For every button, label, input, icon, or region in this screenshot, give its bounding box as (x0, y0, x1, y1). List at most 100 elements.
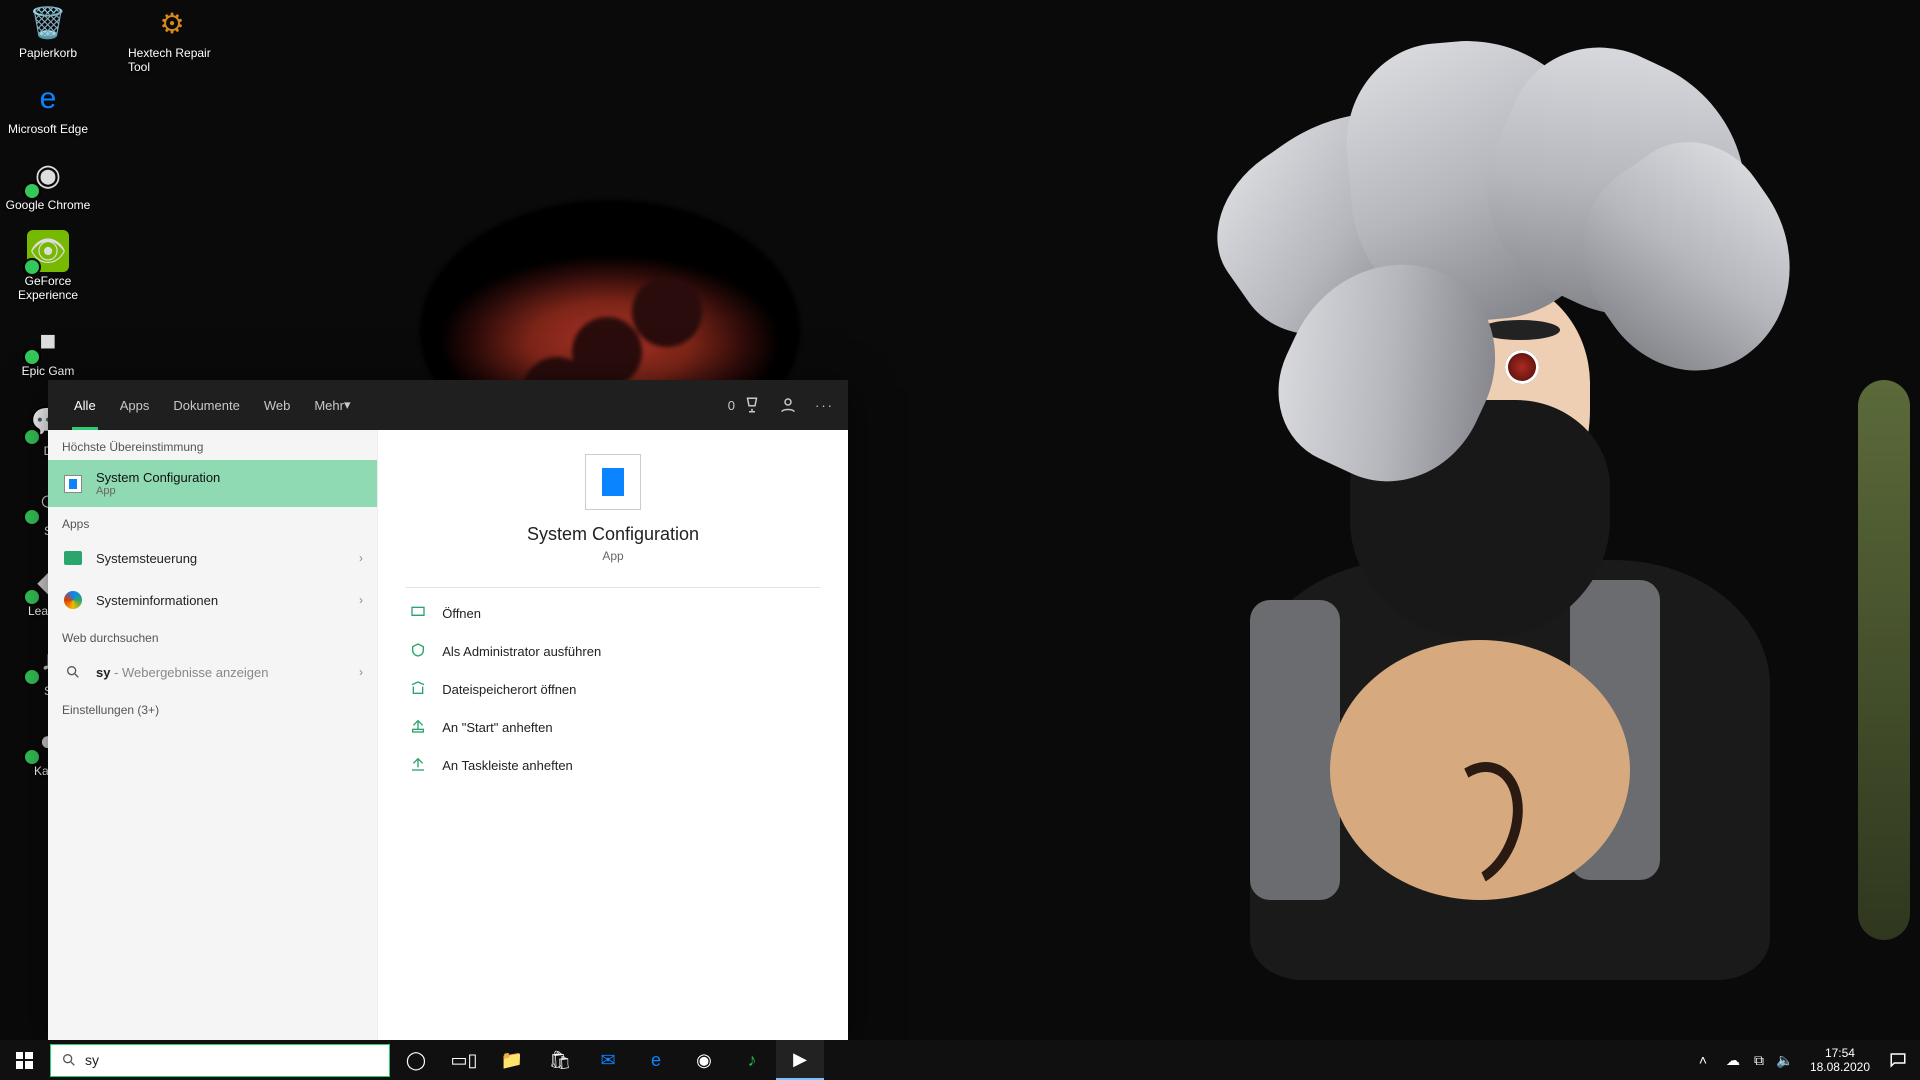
chrome-icon: ◉ (27, 154, 69, 196)
taskbar-pin-mail[interactable]: ✉ (584, 1040, 632, 1080)
chevron-right-icon: › (359, 665, 363, 679)
action-icon (410, 680, 428, 698)
taskbar-pin-taskview[interactable]: ▭▯ (440, 1040, 488, 1080)
taskbar-search-box[interactable] (50, 1044, 390, 1077)
preview-app-icon (585, 454, 641, 510)
preview-action-4[interactable]: An Taskleiste anheften (406, 746, 820, 784)
search-tabs: AlleAppsDokumenteWebMehr ▾ 0 ··· (48, 380, 848, 430)
web-query: sy (96, 665, 110, 680)
taskbar-search-input[interactable] (85, 1052, 379, 1068)
feedback-icon[interactable] (779, 396, 797, 414)
result-systeminformationen[interactable]: Systeminformationen › (48, 579, 377, 621)
epic-icon: ■ (27, 320, 69, 362)
desktop-icon-label: Microsoft Edge (8, 122, 88, 136)
taskbar: ◯ ▭▯ 📁 🛍 ✉ e ◉ ♪ ▶ ˄ ☁⧉🔈 17:54 18.08.2020 (0, 1040, 1920, 1080)
explorer-icon: 📁 (501, 1050, 523, 1071)
desktop-icon-label: Papierkorb (19, 46, 77, 60)
taskbar-pin-edge[interactable]: e (632, 1040, 680, 1080)
search-tab-dokumente[interactable]: Dokumente (161, 380, 251, 430)
chrome-icon: ◉ (696, 1050, 712, 1071)
action-icon (410, 604, 428, 622)
group-apps: Apps (48, 507, 377, 537)
chevron-right-icon: › (359, 593, 363, 607)
action-label: An Taskleiste anheften (442, 758, 573, 773)
action-label: Öffnen (442, 606, 481, 621)
action-center-icon[interactable] (1882, 1040, 1914, 1080)
onedrive-icon[interactable]: ☁ (1720, 1040, 1746, 1080)
result-system-configuration[interactable]: System Configuration App (48, 460, 377, 507)
rewards-icon[interactable] (743, 396, 761, 414)
system-tray: ˄ ☁⧉🔈 17:54 18.08.2020 (1690, 1040, 1920, 1080)
action-icon (410, 642, 428, 660)
action-label: An "Start" anheften (442, 720, 552, 735)
tray-date: 18.08.2020 (1810, 1060, 1870, 1074)
preview-action-0[interactable]: Öffnen (406, 594, 820, 632)
desktop-icon-chrome[interactable]: ◉ Google Chrome (4, 154, 92, 212)
result-sub: App (96, 485, 220, 497)
search-tab-web[interactable]: Web (252, 380, 303, 430)
edge-icon: e (651, 1050, 661, 1071)
search-results-list: Höchste Übereinstimmung System Configura… (48, 430, 378, 1040)
taskbar-pin-riot[interactable]: ▶ (776, 1040, 824, 1080)
app-result-icon (62, 547, 84, 569)
windows-logo-icon (16, 1052, 33, 1069)
preview-action-3[interactable]: An "Start" anheften (406, 708, 820, 746)
mail-icon: ✉ (600, 1050, 615, 1071)
desktop-icon-recycle-bin[interactable]: 🗑️ Papierkorb (4, 2, 92, 60)
msstore-icon: 🛍 (549, 1050, 572, 1071)
result-systemsteuerung[interactable]: Systemsteuerung › (48, 537, 377, 579)
search-tab-apps[interactable]: Apps (108, 380, 162, 430)
search-icon (61, 1052, 77, 1068)
taskview-icon: ▭▯ (451, 1050, 478, 1071)
riot-icon: ▶ (793, 1049, 807, 1070)
taskbar-clock[interactable]: 17:54 18.08.2020 (1802, 1046, 1878, 1075)
chevron-right-icon: › (359, 551, 363, 565)
action-label: Dateispeicherort öffnen (442, 682, 576, 697)
desktop-icon-label: GeForce Experience (4, 274, 92, 302)
result-title: System Configuration (96, 470, 220, 485)
taskbar-pin-cortana[interactable]: ◯ (392, 1040, 440, 1080)
chevron-down-icon: ▾ (344, 397, 351, 413)
volume-icon[interactable]: 🔈 (1772, 1040, 1798, 1080)
hextech-icon: ⚙ (151, 2, 193, 44)
tray-overflow-chevron-icon[interactable]: ˄ (1690, 1040, 1716, 1080)
search-preview-pane: System Configuration App Öffnen Als Admin… (378, 430, 848, 1040)
action-label: Als Administrator ausführen (442, 644, 601, 659)
start-search-panel: AlleAppsDokumenteWebMehr ▾ 0 ··· Höchste… (48, 380, 848, 1040)
group-web: Web durchsuchen (48, 621, 377, 651)
result-web-sy[interactable]: sy - Webergebnisse anzeigen › (48, 651, 377, 693)
desktop-icon-epic[interactable]: ■ Epic Gam (4, 320, 92, 378)
desktop-icon-hextech[interactable]: ⚙Hextech Repair Tool (128, 2, 216, 74)
cortana-icon: ◯ (406, 1050, 426, 1071)
preview-sub: App (602, 549, 623, 563)
taskbar-pin-explorer[interactable]: 📁 (488, 1040, 536, 1080)
taskbar-pin-chrome[interactable]: ◉ (680, 1040, 728, 1080)
tray-time: 17:54 (1810, 1046, 1870, 1060)
preview-title: System Configuration (527, 524, 699, 545)
rewards-count: 0 (728, 398, 735, 413)
start-button[interactable] (0, 1040, 48, 1080)
more-icon[interactable]: ··· (815, 398, 834, 413)
taskbar-pin-msstore[interactable]: 🛍 (536, 1040, 584, 1080)
group-settings[interactable]: Einstellungen (3+) (48, 693, 377, 723)
result-title: Systemsteuerung (96, 551, 347, 566)
desktop-icon-label: Google Chrome (6, 198, 91, 212)
result-title: Systeminformationen (96, 593, 347, 608)
taskbar-pin-spotify[interactable]: ♪ (728, 1040, 776, 1080)
desktop-icon-edge[interactable]: e Microsoft Edge (4, 78, 92, 136)
action-icon (410, 718, 428, 736)
desktop-icon-label: Epic Gam (22, 364, 75, 378)
web-suffix: - Webergebnisse anzeigen (110, 665, 268, 680)
preview-action-1[interactable]: Als Administrator ausführen (406, 632, 820, 670)
recycle-bin-icon: 🗑️ (27, 2, 69, 44)
preview-action-2[interactable]: Dateispeicherort öffnen (406, 670, 820, 708)
action-icon (410, 756, 428, 774)
geforce-icon: 👁 (27, 230, 69, 272)
network-icon[interactable]: ⧉ (1746, 1040, 1772, 1080)
search-tab-mehr[interactable]: Mehr ▾ (302, 380, 362, 430)
edge-icon: e (27, 78, 69, 120)
search-tab-alle[interactable]: Alle (62, 380, 108, 430)
desktop-icon-geforce[interactable]: 👁GeForce Experience (4, 230, 92, 302)
desktop-icon-label: Hextech Repair Tool (128, 46, 216, 74)
spotify-icon: ♪ (748, 1050, 757, 1071)
